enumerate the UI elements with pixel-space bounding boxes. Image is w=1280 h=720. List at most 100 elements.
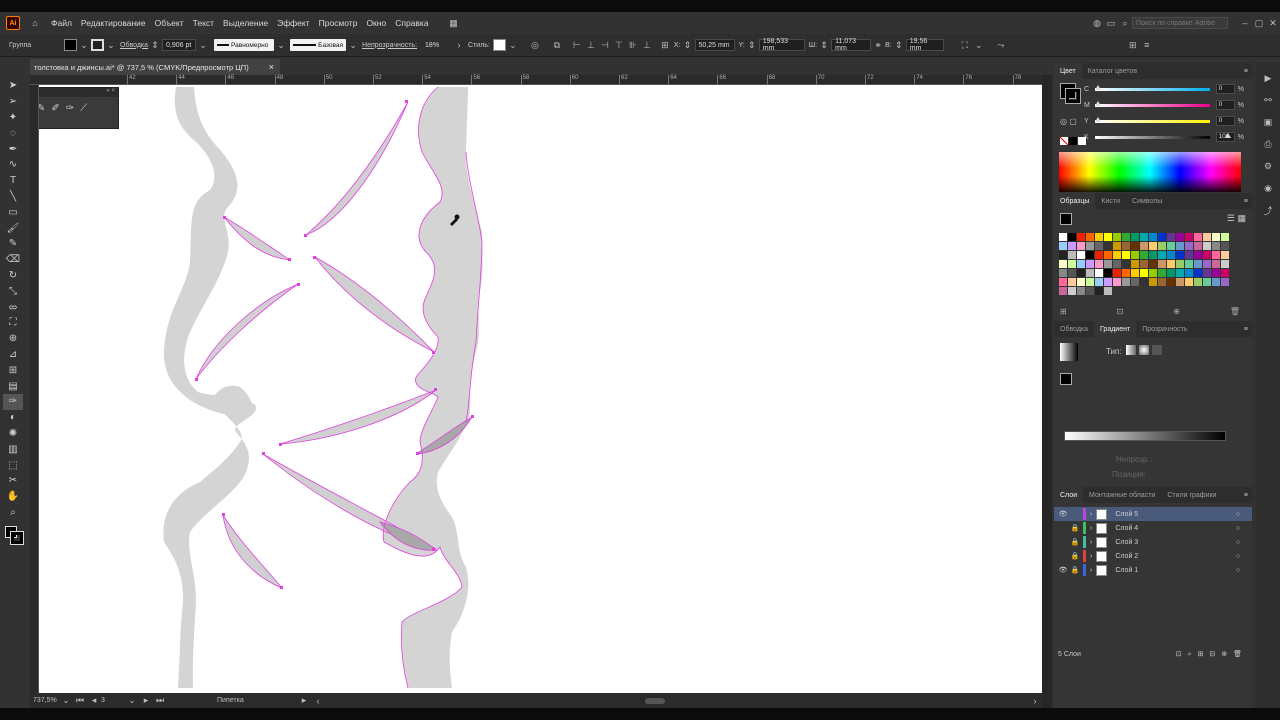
align-center-icon[interactable]: ⊥ xyxy=(584,38,598,52)
close-window-icon[interactable]: ✕ xyxy=(1266,16,1280,30)
color-spectrum[interactable] xyxy=(1059,152,1241,192)
more-options-icon[interactable]: ≡ xyxy=(1140,38,1154,52)
swatch[interactable] xyxy=(1212,242,1220,250)
x-field[interactable]: 50,25 mm xyxy=(694,39,735,51)
swatch[interactable] xyxy=(1131,269,1139,277)
swatch[interactable] xyxy=(1185,269,1193,277)
swatch[interactable] xyxy=(1158,242,1166,250)
swatch[interactable] xyxy=(1068,278,1076,286)
expand-layer-icon[interactable]: › xyxy=(1090,539,1092,546)
swatch[interactable] xyxy=(1140,260,1148,268)
opacity-expand-icon[interactable]: › xyxy=(452,38,466,52)
line-tool-icon[interactable]: ╲ xyxy=(3,189,23,205)
x-stepper-icon[interactable]: ⇕ xyxy=(681,38,695,52)
gradient-stroke-box[interactable] xyxy=(1060,373,1072,385)
next-artboard-icon[interactable]: ▸ xyxy=(139,694,153,708)
properties-icon[interactable]: ⎙ xyxy=(1261,137,1275,151)
swatch[interactable] xyxy=(1149,269,1157,277)
fill-dropdown-icon[interactable]: ⌄ xyxy=(77,38,91,52)
swatch[interactable] xyxy=(1122,233,1130,241)
channel-value[interactable]: 0 xyxy=(1215,84,1235,94)
channel-value[interactable]: 0 xyxy=(1215,116,1235,126)
eraser-tool-icon[interactable]: ⌫ xyxy=(3,252,23,268)
artwork-svg[interactable] xyxy=(39,85,1042,693)
brush-definition[interactable]: Базовая xyxy=(290,39,347,51)
gradient-panel-menu-icon[interactable]: ≡ xyxy=(1244,326,1248,333)
export-icon[interactable]: ⤴ xyxy=(1261,203,1275,217)
channel-slider[interactable] xyxy=(1094,100,1210,107)
first-artboard-icon[interactable]: ⏮ xyxy=(73,694,87,708)
fold-1[interactable] xyxy=(305,101,409,236)
swatch[interactable] xyxy=(1077,269,1085,277)
color-mode-icons[interactable]: ◎ ▢ xyxy=(1060,117,1077,126)
scale-tool-icon[interactable]: ⤡ xyxy=(3,283,23,299)
expand-layer-icon[interactable]: › xyxy=(1090,525,1092,532)
layer-name[interactable]: Слой 4 xyxy=(1115,525,1138,532)
target-icon[interactable]: ○ xyxy=(1236,525,1240,532)
target-icon[interactable]: ○ xyxy=(1236,567,1240,574)
layer-row[interactable]: 👁 › Слой 5 ○ xyxy=(1054,507,1252,521)
swatch[interactable] xyxy=(1149,260,1157,268)
left-leg-shape[interactable] xyxy=(163,87,257,688)
swatch[interactable] xyxy=(1221,242,1229,250)
hand-tool-icon[interactable]: ✋ xyxy=(3,489,23,505)
align-right-icon[interactable]: ⊣ xyxy=(598,38,612,52)
swatch[interactable] xyxy=(1068,260,1076,268)
swatch[interactable] xyxy=(1221,260,1229,268)
swatch[interactable] xyxy=(1104,260,1112,268)
swatch[interactable] xyxy=(1203,278,1211,286)
menu-3[interactable]: Текст xyxy=(193,18,214,28)
free-transform-icon[interactable]: ⛶ xyxy=(3,315,23,331)
mesh-tool-icon[interactable]: ⊞ xyxy=(3,362,23,378)
delete-swatch-icon[interactable]: 🗑 xyxy=(1230,307,1240,316)
perspective-grid-icon[interactable]: ⊿ xyxy=(3,347,23,363)
swatch[interactable] xyxy=(1077,251,1085,259)
arrange-icon[interactable]: ⊞ xyxy=(1126,38,1140,52)
swatch[interactable] xyxy=(1104,269,1112,277)
align-left-icon[interactable]: ⊢ xyxy=(570,38,584,52)
tab-graphic-styles[interactable]: Стили графики xyxy=(1161,492,1222,499)
swatch[interactable] xyxy=(1131,251,1139,259)
swatch[interactable] xyxy=(1194,269,1202,277)
swatch[interactable] xyxy=(1113,260,1121,268)
slice-tool-icon[interactable]: ✂ xyxy=(3,473,23,489)
swatch[interactable] xyxy=(1140,251,1148,259)
channel-slider[interactable] xyxy=(1094,84,1210,91)
align-to-icon[interactable]: ⧉ xyxy=(550,38,564,52)
swatch[interactable] xyxy=(1185,251,1193,259)
swatch[interactable] xyxy=(1095,287,1103,295)
expand-layer-icon[interactable]: › xyxy=(1090,511,1092,518)
swatch[interactable] xyxy=(1131,278,1139,286)
align-top-icon[interactable]: ⊤ xyxy=(612,38,626,52)
swatch[interactable] xyxy=(1167,251,1175,259)
swatch[interactable] xyxy=(1086,242,1094,250)
swatch[interactable] xyxy=(1104,278,1112,286)
swatch[interactable] xyxy=(1212,233,1220,241)
swatch[interactable] xyxy=(1077,287,1085,295)
direct-selection-tool-icon[interactable]: ➢ xyxy=(3,94,23,110)
swatch[interactable] xyxy=(1140,269,1148,277)
lock-icon[interactable]: 🔒 xyxy=(1070,552,1080,560)
layers-panel-menu-icon[interactable]: ≡ xyxy=(1244,492,1248,499)
swatch[interactable] xyxy=(1149,233,1157,241)
white-swatch[interactable] xyxy=(1078,137,1086,145)
y-field[interactable]: 198,533 mm xyxy=(758,38,805,52)
tab-brushes[interactable]: Кисти xyxy=(1095,198,1126,205)
swatch[interactable] xyxy=(1059,233,1067,241)
swatch[interactable] xyxy=(1086,251,1094,259)
zoom-dropdown-icon[interactable]: ⌄ xyxy=(59,694,73,708)
menu-5[interactable]: Эффект xyxy=(277,18,310,28)
pencil-tool-icon[interactable]: ✎ xyxy=(39,103,45,114)
swatch[interactable] xyxy=(1113,233,1121,241)
swatch[interactable] xyxy=(1176,242,1184,250)
swatch[interactable] xyxy=(1059,269,1067,277)
swatch[interactable] xyxy=(1221,233,1229,241)
gradient-slider[interactable] xyxy=(1064,431,1226,441)
floating-panel-header[interactable]: « × xyxy=(39,88,118,97)
swatch[interactable] xyxy=(1059,260,1067,268)
swatch[interactable] xyxy=(1059,242,1067,250)
swatch[interactable] xyxy=(1167,242,1175,250)
layer-row[interactable]: 🔒 › Слой 3 ○ xyxy=(1054,535,1252,549)
channel-value[interactable]: 0 xyxy=(1215,100,1235,110)
swatch[interactable] xyxy=(1194,251,1202,259)
